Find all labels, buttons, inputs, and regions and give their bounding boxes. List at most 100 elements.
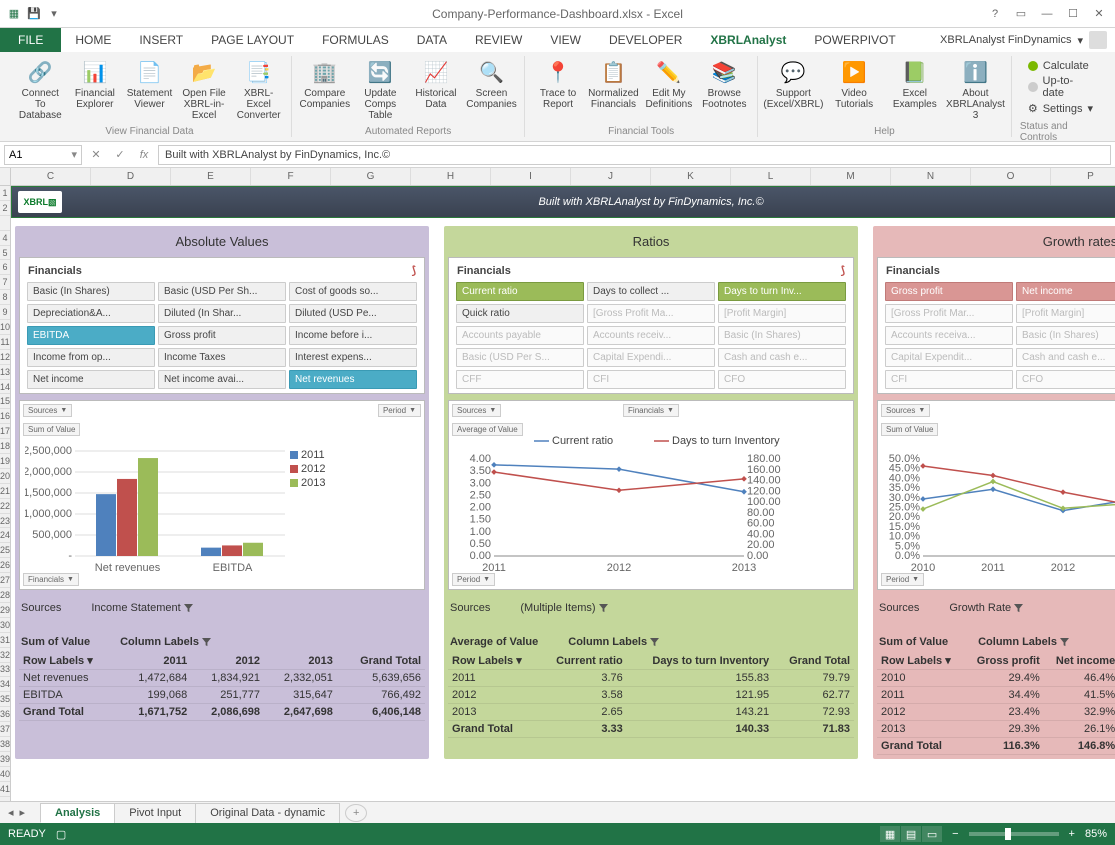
period-filter[interactable]: Period▼: [378, 404, 421, 417]
sheet-tab[interactable]: Pivot Input: [114, 803, 196, 823]
row-header[interactable]: 37: [0, 722, 10, 737]
slicer-item[interactable]: Net revenues: [289, 370, 417, 389]
help-icon[interactable]: ?: [983, 4, 1007, 24]
qat-dropdown-icon[interactable]: ▾: [46, 6, 62, 22]
zoom-in-icon[interactable]: +: [1069, 828, 1075, 840]
row-header[interactable]: 18: [0, 439, 10, 454]
chart[interactable]: Sources▼Financials▼Average of ValuePerio…: [448, 400, 854, 590]
slicer-item[interactable]: Income Taxes: [158, 348, 286, 367]
ribbon-xbrl-excel-converter[interactable]: 📑XBRL-Excel Converter: [232, 56, 285, 124]
col-header[interactable]: N: [891, 168, 971, 185]
ribbon-compare-companies[interactable]: 🏢Compare Companies: [298, 56, 352, 124]
col-header[interactable]: P: [1051, 168, 1115, 185]
row-header[interactable]: 29: [0, 603, 10, 618]
maximize-icon[interactable]: ☐: [1061, 4, 1085, 24]
slicer-item[interactable]: Gross profit: [158, 326, 286, 345]
row-header[interactable]: 11: [0, 335, 10, 350]
zoom-slider[interactable]: [969, 832, 1059, 836]
menu-tab-insert[interactable]: INSERT: [125, 28, 197, 52]
col-header[interactable]: H: [411, 168, 491, 185]
accept-formula-icon[interactable]: ✓: [110, 145, 130, 165]
slicer-item[interactable]: Basic (USD Per S...: [456, 348, 584, 367]
grid-body[interactable]: XBRL▧ Built with XBRLAnalyst by FinDynam…: [11, 186, 1115, 801]
slicer-item[interactable]: [Gross Profit Ma...: [587, 304, 715, 323]
row-header[interactable]: 6: [0, 260, 10, 275]
pivot-col-header[interactable]: Row Labels ▾: [448, 652, 539, 670]
close-icon[interactable]: ✕: [1087, 4, 1111, 24]
row-header[interactable]: 13: [0, 365, 10, 380]
slicer-item[interactable]: Days to turn Inv...: [718, 282, 846, 301]
row-header[interactable]: 19: [0, 454, 10, 469]
menu-tab-pagelayout[interactable]: PAGE LAYOUT: [197, 28, 308, 52]
ribbon-trace-to-report[interactable]: 📍Trace to Report: [531, 56, 584, 124]
slicer-item[interactable]: CFO: [718, 370, 846, 389]
ribbon-open-file-xbrl-in-excel[interactable]: 📂Open File XBRL-in-Excel: [178, 56, 231, 124]
row-header[interactable]: 14: [0, 380, 10, 395]
row-header[interactable]: 39: [0, 752, 10, 767]
slicer-item[interactable]: Net income: [1016, 282, 1115, 301]
slicer-item[interactable]: Depreciation&A...: [27, 304, 155, 323]
menu-tab-view[interactable]: VIEW: [536, 28, 595, 52]
page-layout-icon[interactable]: ▤: [901, 826, 921, 842]
pivot-col-labels[interactable]: Column Labels: [978, 636, 1069, 648]
user-account[interactable]: XBRLAnalyst FinDynamics ▾: [940, 28, 1115, 52]
namebox-dropdown-icon[interactable]: ▾: [71, 148, 77, 161]
row-header[interactable]: 17: [0, 424, 10, 439]
slicer-item[interactable]: Days to collect ...: [587, 282, 715, 301]
ribbon-options-icon[interactable]: ▭: [1009, 4, 1033, 24]
file-tab[interactable]: FILE: [0, 28, 61, 52]
clear-filter-icon[interactable]: ⟆: [841, 264, 845, 277]
normal-view-icon[interactable]: ▦: [880, 826, 900, 842]
row-header[interactable]: 9: [0, 305, 10, 320]
slicer-item[interactable]: [Profit Margin]: [718, 304, 846, 323]
row-header[interactable]: 40: [0, 767, 10, 782]
row-header[interactable]: 31: [0, 633, 10, 648]
chart[interactable]: Sources▼Period▼Sum of ValueFinancials▼-5…: [19, 400, 425, 590]
tab-nav-prev-icon[interactable]: ◂: [8, 806, 14, 819]
row-header[interactable]: 32: [0, 648, 10, 663]
row-header[interactable]: 22: [0, 499, 10, 514]
col-header[interactable]: C: [11, 168, 91, 185]
slicer-item[interactable]: Accounts payable: [456, 326, 584, 345]
slicer-item[interactable]: Quick ratio: [456, 304, 584, 323]
ribbon-update-comps-table[interactable]: 🔄Update Comps Table: [354, 56, 408, 124]
fx-icon[interactable]: fx: [134, 145, 154, 165]
menu-tab-data[interactable]: DATA: [403, 28, 461, 52]
tab-nav-next-icon[interactable]: ▸: [20, 806, 26, 819]
chart[interactable]: Sources▼Financials▼Sum of ValuePeriod▼0.…: [877, 400, 1115, 590]
ribbon-browse-footnotes[interactable]: 📚Browse Footnotes: [698, 56, 751, 124]
minimize-icon[interactable]: —: [1035, 4, 1059, 24]
financials-filter[interactable]: Financials▼: [623, 404, 679, 417]
col-header[interactable]: K: [651, 168, 731, 185]
slicer-item[interactable]: Capital Expendi...: [587, 348, 715, 367]
row-header[interactable]: 5: [0, 246, 10, 261]
calculate-button[interactable]: Calculate: [1028, 60, 1093, 72]
menu-tab-xbrlanalyst[interactable]: XBRLAnalyst: [696, 28, 800, 52]
slicer-item[interactable]: Capital Expendit...: [885, 348, 1013, 367]
slicer-item[interactable]: Basic (USD Per Sh...: [158, 282, 286, 301]
row-header[interactable]: 36: [0, 707, 10, 722]
row-header[interactable]: 15: [0, 394, 10, 409]
ribbon-statement-viewer[interactable]: 📄Statement Viewer: [123, 56, 176, 124]
row-header[interactable]: [0, 216, 10, 231]
row-header[interactable]: 41: [0, 782, 10, 797]
slicer-item[interactable]: Basic (In Shares): [27, 282, 155, 301]
slicer-item[interactable]: Net income: [27, 370, 155, 389]
row-header[interactable]: 26: [0, 558, 10, 573]
slicer-item[interactable]: Cost of goods so...: [289, 282, 417, 301]
pivot-col-labels[interactable]: Column Labels: [120, 636, 211, 648]
slicer-item[interactable]: Net income avai...: [158, 370, 286, 389]
pivot-filter-value[interactable]: Growth Rate: [949, 602, 1023, 614]
menu-tab-developer[interactable]: DEVELOPER: [595, 28, 696, 52]
name-box[interactable]: A1▾: [4, 145, 82, 165]
slicer-item[interactable]: [Profit Margin]: [1016, 304, 1115, 323]
slicer-item[interactable]: CFI: [587, 370, 715, 389]
row-header[interactable]: 12: [0, 350, 10, 365]
user-dropdown-icon[interactable]: ▾: [1077, 34, 1083, 47]
pivot-col-labels[interactable]: Column Labels: [568, 636, 659, 648]
pivot-filter-value[interactable]: (Multiple Items): [520, 602, 607, 614]
sources-filter[interactable]: Sources▼: [23, 404, 72, 417]
pivot-col-header[interactable]: Row Labels ▾: [877, 652, 964, 670]
col-header[interactable]: J: [571, 168, 651, 185]
slicer-item[interactable]: [Gross Profit Mar...: [885, 304, 1013, 323]
